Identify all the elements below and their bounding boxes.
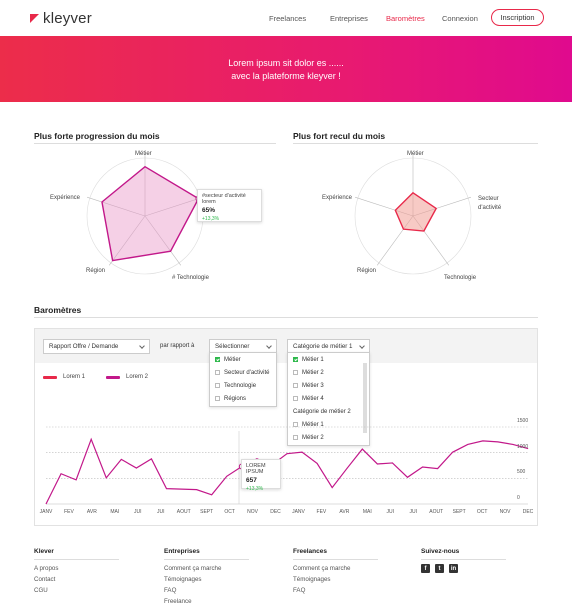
x-tick-label: AVR	[86, 509, 97, 515]
x-tick-label: MAI	[110, 509, 120, 515]
footer-title-entreprises: Entreprises	[164, 548, 200, 555]
footer-title-suivez: Suivez-nous	[421, 548, 460, 555]
chart-tooltip-value: 657	[246, 477, 257, 484]
x-tick-label: JUI	[134, 509, 142, 515]
x-tick-label: FEV	[64, 509, 74, 515]
series-line-lorem2	[45, 437, 529, 505]
footer-link-faq-entreprises[interactable]: FAQ	[164, 587, 176, 594]
footer-rule	[421, 559, 506, 560]
line-chart-svg	[45, 426, 529, 505]
chart-tooltip-delta: +13,3%	[246, 486, 264, 492]
y-tick-label: 0	[517, 495, 520, 501]
x-tick-label: OCT	[476, 509, 488, 515]
x-tick-label: NOV	[499, 509, 511, 515]
x-tick-label: AVR	[339, 509, 350, 515]
x-tick-label: MAI	[362, 509, 372, 515]
footer-link-cgu[interactable]: CGU	[34, 587, 48, 594]
line-chart	[45, 426, 529, 505]
footer-link-temoignages-entreprises[interactable]: Témoignages	[164, 576, 202, 583]
footer-link-temoignages-freelances[interactable]: Témoignages	[293, 576, 331, 583]
x-tick-label: DEC	[522, 509, 534, 515]
footer-link-apropos[interactable]: A propos	[34, 565, 58, 572]
twitter-icon[interactable]: t	[435, 564, 444, 573]
footer-link-faq-freelances[interactable]: FAQ	[293, 587, 305, 594]
x-tick-label: NOV	[247, 509, 258, 515]
x-tick-label: OCT	[224, 509, 235, 515]
chart-tooltip-label: LOREM IPSUM	[246, 463, 266, 475]
chart-tooltip: LOREM IPSUM 657 +13,3%	[241, 459, 281, 492]
y-tick-label: 1500	[517, 418, 529, 424]
footer-rule	[293, 559, 378, 560]
x-tick-label: SEPT	[200, 509, 214, 515]
footer-title-klever: Klever	[34, 548, 54, 555]
y-tick-label: 500	[517, 469, 526, 476]
footer-title-freelances: Freelances	[293, 548, 327, 555]
x-tick-label: DEC	[270, 509, 281, 515]
x-tick-label: AOUT	[429, 509, 444, 515]
footer-link-contact[interactable]: Contact	[34, 576, 55, 583]
x-tick-label: FEV	[316, 509, 327, 515]
x-tick-label: SEPT	[452, 509, 466, 515]
x-tick-label: JUI	[386, 509, 395, 515]
footer-link-comment-entreprises[interactable]: Comment ça marche	[164, 565, 221, 572]
x-tick-label: JUI	[409, 509, 417, 515]
footer-rule	[164, 559, 249, 560]
footer-link-freelance[interactable]: Freelance	[164, 598, 192, 605]
x-tick-label: JANV	[292, 509, 305, 515]
facebook-icon[interactable]: f	[421, 564, 430, 573]
y-tick-label: 1000	[517, 443, 529, 450]
footer-rule	[34, 559, 119, 560]
x-tick-label: AOUT	[176, 509, 191, 515]
linkedin-icon[interactable]: in	[449, 564, 458, 573]
x-tick-label: JUI	[157, 509, 165, 515]
x-tick-label: JANV	[39, 509, 53, 515]
footer-link-comment-freelances[interactable]: Comment ça marche	[293, 565, 350, 572]
